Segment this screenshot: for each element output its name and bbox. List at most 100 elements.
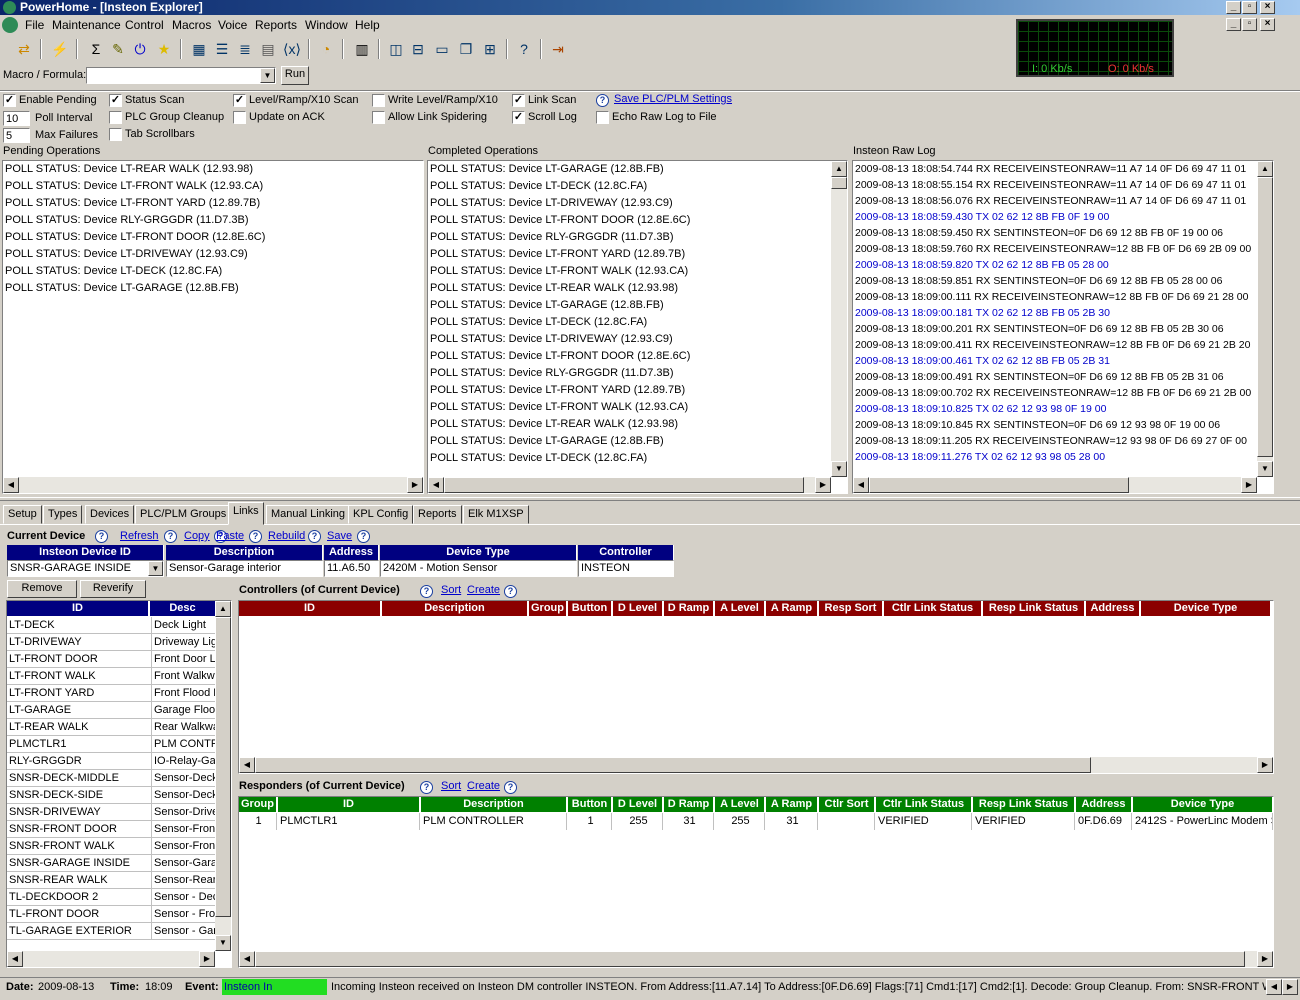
window-icon[interactable]: ▭ — [432, 39, 452, 59]
log-line[interactable]: 2009-08-13 18:09:00.461 TX 02 62 12 8B F… — [853, 353, 1273, 369]
log-line[interactable]: 2009-08-13 18:09:11.205 RX RECEIVEINSTEO… — [853, 433, 1273, 449]
scroll-log-checkbox[interactable]: ✓ — [512, 111, 525, 124]
save-plc-settings-link[interactable]: Save PLC/PLM Settings — [614, 93, 732, 105]
document-tool-icon[interactable]: ▤ — [258, 39, 278, 59]
table-row[interactable]: SNSR-DRIVEWAY Sensor-Drive — [7, 804, 216, 821]
tile-vertical-icon[interactable]: ◫ — [386, 39, 406, 59]
controllers-hscroll[interactable]: ◀ ▶ — [239, 757, 1273, 773]
formula-tool-icon[interactable]: Σ — [86, 39, 106, 59]
rawlog-vscroll[interactable]: ▲ ▼ — [1257, 161, 1273, 477]
list-item[interactable]: POLL STATUS: Device LT-FRONT YARD (12.89… — [428, 246, 847, 263]
max-failures-input[interactable]: 5 — [3, 128, 30, 143]
status-scroll-right-icon[interactable]: ▶ — [1282, 979, 1298, 995]
rawlog-hscroll[interactable]: ◀ ▶ — [853, 477, 1257, 493]
controllers-create-link[interactable]: Create — [467, 584, 500, 596]
list-item[interactable]: POLL STATUS: Device LT-FRONT DOOR (12.8E… — [428, 212, 847, 229]
list-item[interactable]: POLL STATUS: Device LT-FRONT DOOR (12.8E… — [428, 348, 847, 365]
menu-help[interactable]: Help — [355, 18, 380, 32]
help-icon[interactable]: ? — [357, 530, 370, 543]
rebuild-link[interactable]: Rebuild — [268, 530, 305, 542]
log-line[interactable]: 2009-08-13 18:08:59.430 TX 02 62 12 8B F… — [853, 209, 1273, 225]
menu-file[interactable]: File — [25, 18, 44, 32]
tab-kpl-config[interactable]: KPL Config — [348, 505, 414, 524]
device-controller-field[interactable]: INSTEON — [578, 560, 674, 577]
completed-hscroll[interactable]: ◀ ▶ — [428, 477, 831, 493]
scroll-thumb[interactable] — [255, 951, 1245, 967]
device-list[interactable]: ID Desc LT-DECK Deck Light LT-DRIVEWAY Driv… — [6, 600, 232, 968]
tab-elk-m1xsp[interactable]: Elk M1XSP — [463, 505, 529, 524]
device-id-select[interactable]: SNSR-GARAGE INSIDE — [7, 560, 164, 577]
scroll-up-icon[interactable]: ▲ — [1257, 161, 1273, 177]
list-item[interactable]: POLL STATUS: Device LT-GARAGE (12.8B.FB) — [428, 433, 847, 450]
scroll-left-icon[interactable]: ◀ — [7, 951, 23, 967]
completed-operations-list[interactable]: POLL STATUS: Device LT-GARAGE (12.8B.FB)… — [427, 160, 848, 494]
log-line[interactable]: 2009-08-13 18:09:00.201 RX SENTINSTEON=0… — [853, 321, 1273, 337]
update-on-ack-checkbox[interactable] — [233, 111, 246, 124]
tab-scrollbars-checkbox[interactable] — [109, 128, 122, 141]
menu-maintenance[interactable]: Maintenance — [52, 18, 121, 32]
scroll-right-icon[interactable]: ▶ — [407, 477, 423, 493]
scroll-up-icon[interactable]: ▲ — [215, 601, 231, 617]
log-line[interactable]: 2009-08-13 18:08:56.076 RX RECEIVEINSTEO… — [853, 193, 1273, 209]
scroll-right-icon[interactable]: ▶ — [815, 477, 831, 493]
tab-manual-linking[interactable]: Manual Linking — [266, 505, 350, 524]
tab-types[interactable]: Types — [43, 505, 83, 524]
log-line[interactable]: 2009-08-13 18:09:00.702 RX RECEIVEINSTEO… — [853, 385, 1273, 401]
scroll-left-icon[interactable]: ◀ — [3, 477, 19, 493]
list-item[interactable]: POLL STATUS: Device LT-REAR WALK (12.93.… — [3, 161, 423, 178]
responders-hscroll[interactable]: ◀ ▶ — [239, 951, 1273, 967]
refresh-link[interactable]: Refresh — [120, 530, 159, 542]
tab-links[interactable]: Links — [228, 502, 264, 525]
level-ramp-scan-checkbox[interactable]: ✓ — [233, 94, 246, 107]
status-scan-checkbox[interactable]: ✓ — [109, 94, 122, 107]
table-row[interactable]: LT-DRIVEWAY Driveway Lig — [7, 634, 216, 651]
remove-button[interactable]: Remove — [7, 580, 77, 598]
settings-tool-icon[interactable]: ≣ — [235, 39, 255, 59]
log-line[interactable]: 2009-08-13 18:09:00.111 RX RECEIVEINSTEO… — [853, 289, 1273, 305]
enable-pending-checkbox[interactable]: ✓ — [3, 94, 16, 107]
paste-link[interactable]: Paste — [216, 530, 244, 542]
tab-plc-plm-groups[interactable]: PLC/PLM Groups — [135, 505, 232, 524]
list-item[interactable]: POLL STATUS: Device LT-DECK (12.8C.FA) — [428, 450, 847, 467]
list-item[interactable]: POLL STATUS: Device RLY-GRGGDR (11.D7.3B… — [428, 365, 847, 382]
list-item[interactable]: POLL STATUS: Device LT-FRONT YARD (12.89… — [3, 195, 423, 212]
scroll-thumb[interactable] — [255, 757, 1091, 773]
list-item[interactable]: POLL STATUS: Device LT-DRIVEWAY (12.93.C… — [428, 195, 847, 212]
app-menu-icon[interactable] — [2, 17, 18, 33]
device-list-vscroll[interactable]: ▲ ▼ — [215, 601, 231, 951]
scroll-left-icon[interactable]: ◀ — [239, 757, 255, 773]
list-item[interactable]: POLL STATUS: Device LT-DRIVEWAY (12.93.C… — [428, 331, 847, 348]
macro-input[interactable] — [86, 67, 276, 84]
scroll-right-icon[interactable]: ▶ — [1257, 951, 1273, 967]
list-item[interactable]: POLL STATUS: Device RLY-GRGGDR (11.D7.3B… — [3, 212, 423, 229]
list-tool-icon[interactable]: ☰ — [212, 39, 232, 59]
list-item[interactable]: POLL STATUS: Device LT-REAR WALK (12.93.… — [428, 416, 847, 433]
lightning-tool-icon[interactable]: ⚡ — [50, 39, 70, 59]
help-icon[interactable]: ? — [249, 530, 262, 543]
mdi-close-button[interactable]: × — [1260, 18, 1275, 31]
scroll-thumb[interactable] — [1257, 177, 1273, 457]
tab-reports[interactable]: Reports — [413, 505, 462, 524]
macro-dropdown-icon[interactable]: ▼ — [260, 68, 275, 83]
scroll-up-icon[interactable]: ▲ — [831, 161, 847, 177]
table-row[interactable]: LT-FRONT WALK Front Walkwa — [7, 668, 216, 685]
list-item[interactable]: POLL STATUS: Device LT-FRONT WALK (12.93… — [428, 263, 847, 280]
log-line[interactable]: 2009-08-13 18:09:00.181 TX 02 62 12 8B F… — [853, 305, 1273, 321]
table-row[interactable]: LT-DECK Deck Light — [7, 617, 216, 634]
device-type-field[interactable]: 2420M - Motion Sensor — [380, 560, 577, 577]
scroll-thumb[interactable] — [831, 177, 847, 189]
status-scroll-left-icon[interactable]: ◀ — [1266, 979, 1282, 995]
copy-link[interactable]: Copy — [184, 530, 210, 542]
tab-setup[interactable]: Setup — [3, 505, 42, 524]
calendar-tool-icon[interactable]: ▦ — [189, 39, 209, 59]
scroll-thumb[interactable] — [215, 617, 231, 917]
mdi-minimize-button[interactable]: _ — [1226, 18, 1241, 31]
mdi-restore-button[interactable]: ▫ — [1242, 18, 1257, 31]
help-icon[interactable]: ? — [420, 781, 433, 794]
device-list-hscroll[interactable]: ◀ ▶ — [7, 951, 215, 967]
log-line[interactable]: 2009-08-13 18:08:59.820 TX 02 62 12 8B F… — [853, 257, 1273, 273]
menu-reports[interactable]: Reports — [255, 18, 297, 32]
log-line[interactable]: 2009-08-13 18:08:55.154 RX RECEIVEINSTEO… — [853, 177, 1273, 193]
table-row[interactable]: TL-FRONT DOOR Sensor - Fror — [7, 906, 216, 923]
splitter[interactable] — [0, 497, 1300, 501]
